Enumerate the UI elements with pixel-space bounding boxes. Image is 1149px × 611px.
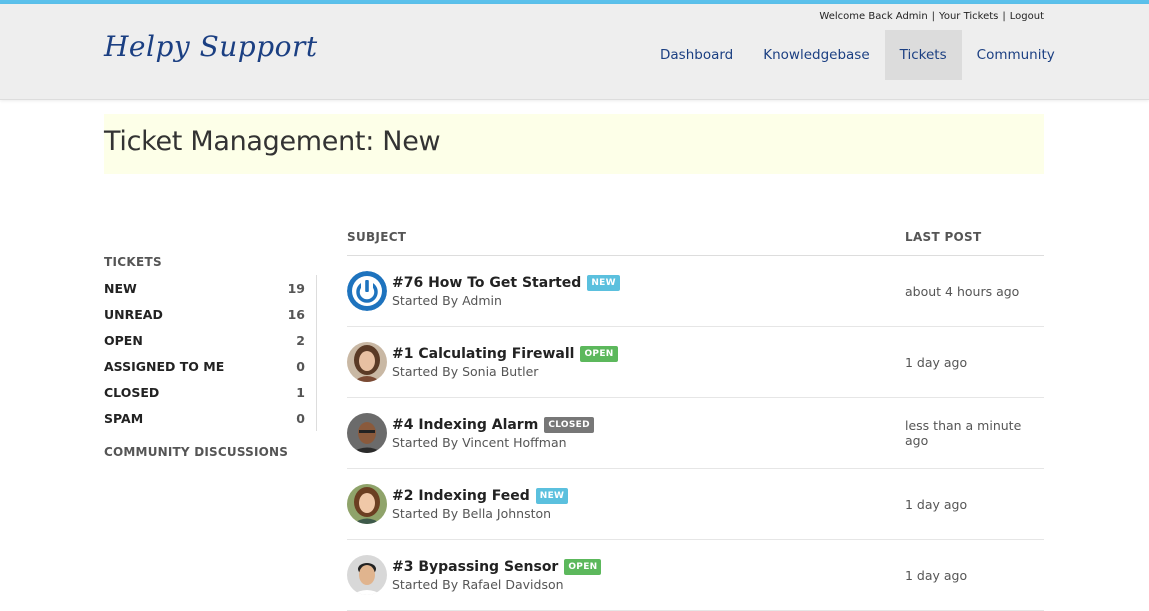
ticket-starter: Started By Admin	[392, 292, 502, 308]
table-row[interactable]: #1 Calculating Firewall OPEN Started By …	[347, 327, 1044, 398]
nav-knowledgebase[interactable]: Knowledgebase	[748, 30, 884, 80]
ticket-text: #3 Bypassing Sensor OPEN Started By Rafa…	[392, 558, 602, 592]
user-photo-icon	[347, 342, 387, 382]
ticket-starter: Started By Rafael Davidson	[392, 576, 564, 592]
ticket-starter: Started By Bella Johnston	[392, 505, 552, 521]
sidebar-item-spam[interactable]: SPAM 0	[104, 405, 305, 431]
column-header-last-post[interactable]: LAST POST	[905, 230, 1044, 244]
separator: |	[931, 11, 936, 22]
table-row[interactable]: #3 Bypassing Sensor OPEN Started By Rafa…	[347, 540, 1044, 611]
sidebar-item-assigned[interactable]: ASSIGNED TO ME 0	[104, 353, 305, 379]
ticket-last-post: 1 day ago	[905, 354, 968, 370]
ticket-last-post: 1 day ago	[905, 496, 968, 512]
table-row[interactable]: #76 How To Get Started NEW Started By Ad…	[347, 256, 1044, 327]
user-links: Welcome Back Admin | Your Tickets | Logout	[819, 11, 1044, 22]
sidebar-item-new[interactable]: NEW 19	[104, 275, 305, 301]
ticket-starter: Started By Sonia Butler	[392, 363, 539, 379]
ticket-table: SUBJECT LAST POST #76 How To Get Started…	[347, 218, 1044, 611]
sidebar-item-count: 0	[296, 358, 305, 374]
sidebar-item-closed[interactable]: CLOSED 1	[104, 379, 305, 405]
ticket-title-line: #1 Calculating Firewall OPEN	[392, 345, 618, 362]
status-badge: CLOSED	[544, 416, 594, 433]
ticket-title[interactable]: #76 How To Get Started	[392, 275, 581, 291]
nav-tickets[interactable]: Tickets	[884, 30, 962, 80]
nav-community[interactable]: Community	[962, 30, 1070, 80]
status-badge: NEW	[587, 274, 620, 291]
ticket-title-line: #76 How To Get Started NEW	[392, 274, 620, 291]
table-header: SUBJECT LAST POST	[347, 218, 1044, 256]
site-logo[interactable]: Helpy Support	[104, 30, 318, 63]
ticket-last-post: less than a minute ago	[905, 418, 1022, 448]
ticket-title[interactable]: #3 Bypassing Sensor	[392, 559, 558, 575]
sidebar-item-count: 1	[296, 384, 305, 400]
ticket-subject-cell: #1 Calculating Firewall OPEN Started By …	[347, 342, 905, 382]
avatar	[347, 555, 387, 595]
avatar	[347, 271, 387, 311]
main-nav: Dashboard Knowledgebase Tickets Communit…	[645, 30, 1070, 80]
sidebar-item-unread[interactable]: UNREAD 16	[104, 301, 305, 327]
separator: |	[1002, 11, 1006, 22]
ticket-last-post: about 4 hours ago	[905, 283, 1020, 299]
sidebar-list: NEW 19 UNREAD 16 OPEN 2 ASSIGNED TO ME 0…	[104, 275, 317, 431]
page-banner: Ticket Management: New	[104, 114, 1044, 174]
ticket-title-line: #3 Bypassing Sensor OPEN	[392, 558, 602, 575]
ticket-title[interactable]: #2 Indexing Feed	[392, 488, 530, 504]
logout-link[interactable]: Logout	[1010, 11, 1044, 22]
avatar	[347, 484, 387, 524]
ticket-subject-cell: #76 How To Get Started NEW Started By Ad…	[347, 271, 905, 311]
table-row[interactable]: #4 Indexing Alarm CLOSED Started By Vinc…	[347, 398, 1044, 469]
power-logo-icon	[347, 271, 387, 311]
welcome-link[interactable]: Welcome Back Admin	[819, 11, 927, 22]
ticket-subject-cell: #2 Indexing Feed NEW Started By Bella Jo…	[347, 484, 905, 524]
nav-dashboard[interactable]: Dashboard	[645, 30, 748, 80]
avatar	[347, 342, 387, 382]
user-photo-icon	[347, 555, 387, 595]
sidebar-item-label: SPAM	[104, 410, 144, 426]
site-header: Welcome Back Admin | Your Tickets | Logout H…	[0, 4, 1149, 100]
ticket-title-line: #4 Indexing Alarm CLOSED	[392, 416, 594, 433]
table-row[interactable]: #2 Indexing Feed NEW Started By Bella Jo…	[347, 469, 1044, 540]
sidebar-item-label: OPEN	[104, 332, 143, 348]
user-photo-icon	[347, 484, 387, 524]
ticket-title-line: #2 Indexing Feed NEW	[392, 487, 569, 504]
ticket-last-post: 1 day ago	[905, 567, 968, 583]
ticket-starter: Started By Vincent Hoffman	[392, 434, 567, 450]
status-badge: NEW	[535, 487, 569, 504]
sidebar-item-label: UNREAD	[104, 306, 163, 322]
ticket-text: #1 Calculating Firewall OPEN Started By …	[392, 345, 618, 379]
ticket-text: #76 How To Get Started NEW Started By Ad…	[392, 274, 620, 308]
sidebar-item-label: CLOSED	[104, 384, 160, 400]
ticket-subject-cell: #3 Bypassing Sensor OPEN Started By Rafa…	[347, 555, 905, 595]
ticket-title[interactable]: #4 Indexing Alarm	[392, 417, 538, 433]
sidebar-heading: TICKETS	[104, 255, 162, 269]
your-tickets-link[interactable]: Your Tickets	[939, 11, 998, 22]
ticket-subject-cell: #4 Indexing Alarm CLOSED Started By Vinc…	[347, 413, 905, 453]
ticket-sidebar: TICKETS NEW 19 UNREAD 16 OPEN 2 ASSIGNED…	[104, 255, 317, 459]
sidebar-item-count: 2	[296, 332, 305, 348]
sidebar-item-count: 16	[287, 306, 305, 322]
sidebar-item-label: NEW	[104, 280, 137, 296]
ticket-text: #4 Indexing Alarm CLOSED Started By Vinc…	[392, 416, 594, 450]
sidebar-item-label: ASSIGNED TO ME	[104, 358, 225, 374]
sidebar-item-count: 0	[296, 410, 305, 426]
user-photo-icon	[347, 413, 387, 453]
sidebar-item-open[interactable]: OPEN 2	[104, 327, 305, 353]
status-badge: OPEN	[564, 558, 602, 575]
avatar	[347, 413, 387, 453]
community-discussions-link[interactable]: COMMUNITY DISCUSSIONS	[104, 445, 317, 459]
page-title: Ticket Management: New	[104, 126, 441, 157]
sidebar-item-count: 19	[287, 280, 305, 296]
column-header-subject[interactable]: SUBJECT	[347, 230, 905, 244]
ticket-title[interactable]: #1 Calculating Firewall	[392, 346, 574, 362]
status-badge: OPEN	[580, 345, 618, 362]
ticket-text: #2 Indexing Feed NEW Started By Bella Jo…	[392, 487, 569, 521]
